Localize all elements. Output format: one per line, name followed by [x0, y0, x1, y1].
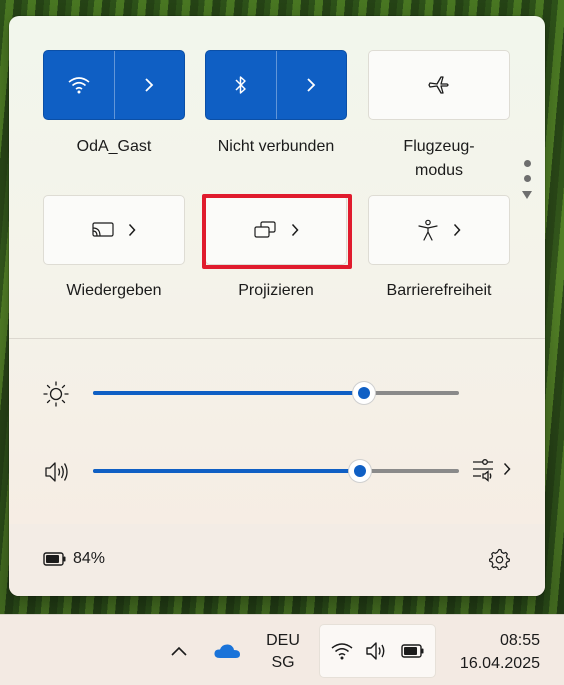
airplane-mode-tile[interactable] — [368, 50, 510, 120]
taskbar: DEU SG 08:55 16.04.2025 — [0, 614, 564, 685]
chevron-right-icon — [307, 78, 316, 92]
project-icon — [254, 221, 276, 238]
accessibility-tile[interactable] — [368, 195, 510, 265]
bluetooth-expand-button[interactable] — [277, 51, 347, 119]
volume-mixer-button[interactable] — [471, 456, 511, 482]
airplane-label-line1: Flugzeug- — [403, 138, 475, 155]
brightness-fill — [93, 391, 364, 395]
wifi-icon — [331, 643, 352, 660]
accessibility-tile-label: Barrierefreiheit — [386, 282, 492, 299]
chevron-right-icon — [145, 78, 154, 92]
divider — [9, 338, 545, 339]
speaker-icon[interactable] — [42, 458, 70, 486]
wifi-icon — [68, 77, 90, 94]
project-tile-label: Projizieren — [238, 282, 314, 299]
brightness-thumb[interactable] — [352, 382, 375, 404]
quick-settings-footer: 84% — [9, 524, 545, 596]
keyboard-layout: SG — [271, 654, 295, 671]
project-tile[interactable] — [205, 195, 347, 265]
bluetooth-icon — [235, 76, 246, 94]
language-code: DEU — [266, 632, 300, 649]
wifi-tile-label: OdA_Gast — [76, 138, 152, 155]
gear-icon[interactable] — [488, 548, 510, 570]
volume-thumb[interactable] — [349, 460, 372, 482]
airplane-label-line2: modus — [414, 162, 464, 179]
quick-settings-pager — [519, 160, 535, 200]
clock[interactable]: 08:55 16.04.2025 — [446, 629, 540, 675]
wifi-toggle-button[interactable] — [44, 51, 114, 119]
quick-settings-panel: OdA_Gast Nicht verbunden Flugzeug- modus… — [9, 16, 545, 596]
volume-fill — [93, 469, 361, 473]
onedrive-icon[interactable] — [213, 642, 241, 660]
system-tray-button[interactable] — [319, 624, 436, 678]
page-dot[interactable] — [523, 160, 531, 167]
bluetooth-tile[interactable] — [205, 50, 347, 120]
bluetooth-tile-label: Nicht verbunden — [217, 138, 335, 155]
page-dot[interactable] — [523, 175, 531, 182]
clock-time: 08:55 — [499, 632, 540, 649]
sun-icon — [43, 381, 69, 407]
battery-icon — [400, 644, 423, 658]
chevron-right-icon — [128, 223, 136, 237]
accessibility-icon — [418, 219, 438, 241]
wifi-expand-button[interactable] — [115, 51, 185, 119]
quick-settings-tiles: OdA_Gast Nicht verbunden Flugzeug- modus… — [9, 16, 545, 336]
battery-status[interactable]: 84% — [43, 550, 105, 568]
battery-icon — [43, 552, 66, 566]
cast-icon — [92, 222, 114, 237]
volume-row — [9, 450, 545, 490]
clock-date: 16.04.2025 — [459, 655, 540, 672]
brightness-row — [9, 372, 545, 412]
bluetooth-toggle-button[interactable] — [206, 51, 276, 119]
airplane-icon — [428, 76, 449, 94]
airplane-mode-tile-label: Flugzeug- modus — [368, 135, 510, 183]
volume-mixer-icon — [473, 459, 493, 482]
wifi-tile[interactable] — [43, 50, 185, 120]
chevron-right-icon — [453, 223, 461, 237]
battery-percentage: 84% — [73, 550, 106, 567]
brightness-slider[interactable] — [93, 382, 459, 404]
chevron-right-icon — [503, 462, 511, 476]
cast-tile-label: Wiedergeben — [66, 282, 162, 299]
volume-slider[interactable] — [93, 460, 459, 482]
speaker-icon — [365, 642, 384, 660]
page-down-icon[interactable] — [521, 190, 533, 200]
chevron-right-icon — [291, 223, 299, 237]
language-indicator[interactable]: DEU SG — [262, 630, 304, 674]
cast-tile[interactable] — [43, 195, 185, 265]
chevron-up-icon[interactable] — [170, 645, 188, 657]
